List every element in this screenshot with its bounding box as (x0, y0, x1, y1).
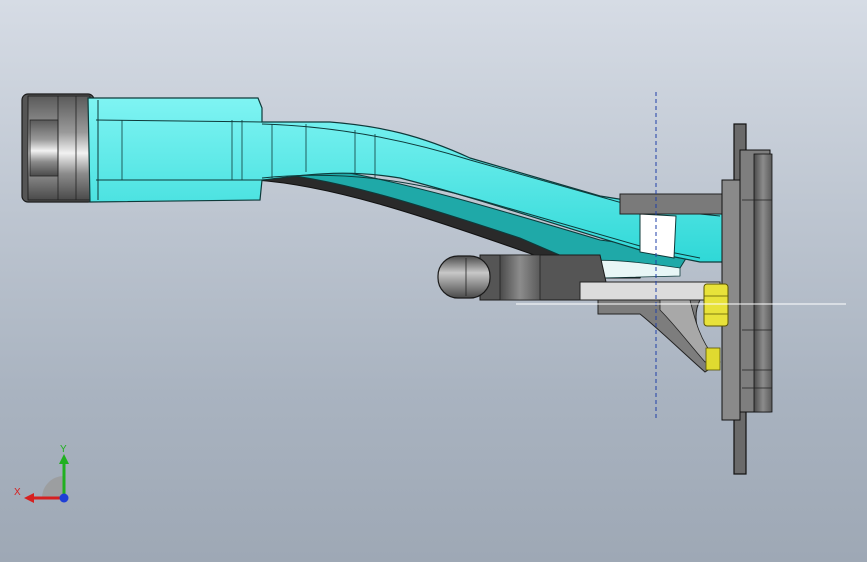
y-axis-label: Y (60, 444, 67, 455)
y-axis-head (59, 454, 69, 464)
x-axis-head (24, 493, 34, 503)
z-axis-dot (59, 493, 69, 503)
coordinate-triad-icon: Y X (14, 444, 69, 503)
suspension-arm-model[interactable] (0, 0, 867, 562)
mounting-flange[interactable] (721, 123, 773, 475)
bump-stop[interactable] (437, 255, 491, 299)
control-arm-body[interactable] (87, 97, 727, 279)
x-axis-label: X (14, 487, 21, 498)
triad-plane (42, 476, 64, 498)
cad-graphics-viewport[interactable]: Y X (0, 0, 867, 562)
left-bushing[interactable] (21, 93, 95, 203)
